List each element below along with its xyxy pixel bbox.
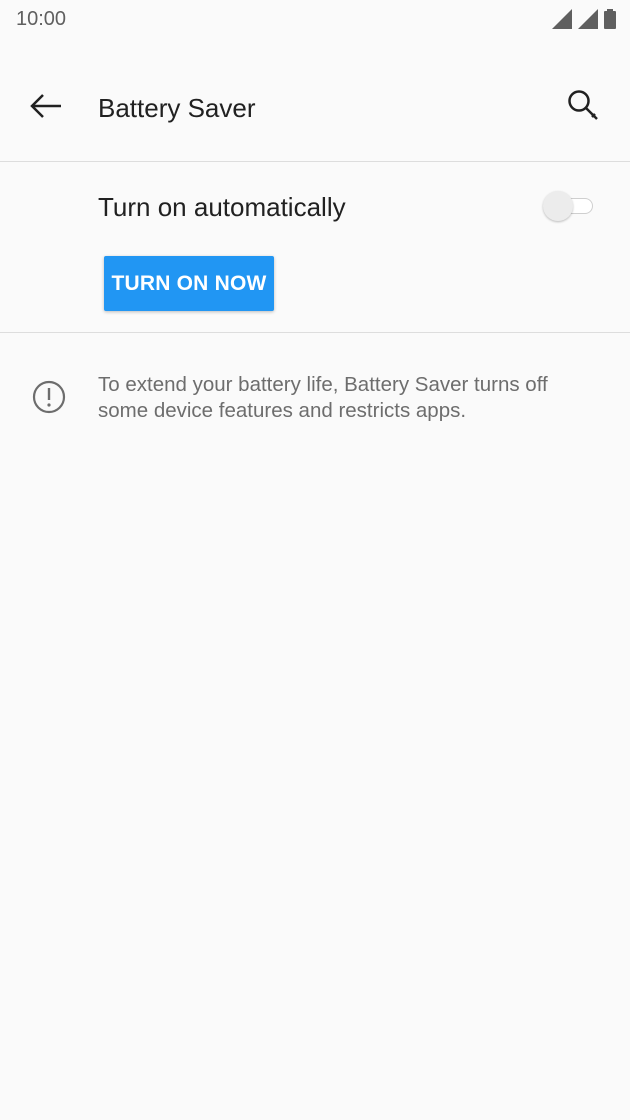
arrow-left-icon [29,93,63,124]
auto-turn-on-row[interactable]: Turn on automatically [0,162,630,250]
signal-icon [578,9,598,29]
auto-turn-on-toggle[interactable] [543,191,595,221]
page-title: Battery Saver [98,93,256,123]
auto-turn-on-label: Turn on automatically [98,192,346,222]
battery-icon [604,9,616,29]
status-icons [552,9,616,29]
status-time: 10:00 [16,8,67,30]
toggle-thumb [543,191,573,221]
search-icon [566,88,602,129]
back-button[interactable] [22,84,70,132]
signal-icon [552,9,572,29]
info-icon [31,379,67,415]
app-bar: Battery Saver [0,58,630,161]
turn-on-now-button[interactable]: TURN ON NOW [104,256,274,311]
status-bar: 10:00 [0,0,630,40]
info-section: To extend your battery life, Battery Sav… [0,360,630,440]
divider [0,332,630,333]
search-button[interactable] [560,84,608,132]
info-text: To extend your battery life, Battery Sav… [98,373,548,422]
